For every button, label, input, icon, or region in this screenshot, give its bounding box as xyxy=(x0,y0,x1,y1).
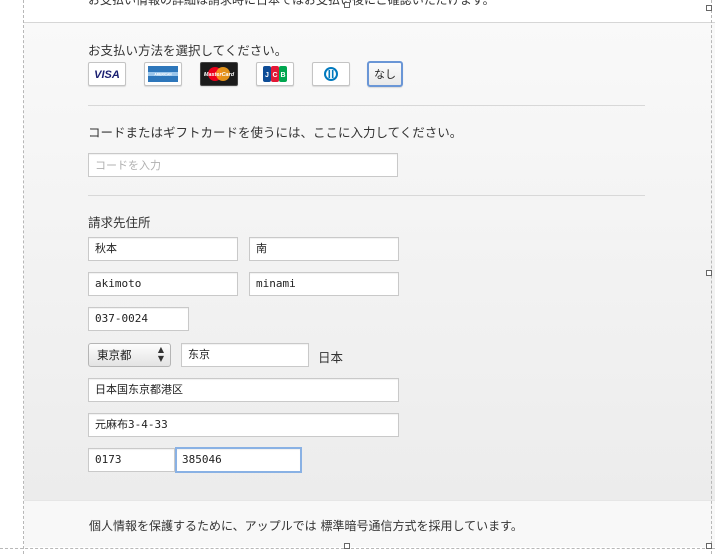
resize-handle-top[interactable] xyxy=(344,2,350,8)
last-name-field[interactable]: 秋本 xyxy=(88,237,238,261)
amex-card-option[interactable]: AMERICAN xyxy=(144,62,182,86)
svg-text:VISA: VISA xyxy=(94,69,120,81)
divider xyxy=(88,105,645,106)
jcb-card-option[interactable]: J C B xyxy=(256,62,294,86)
selection-border-right xyxy=(711,0,712,554)
selection-border-left xyxy=(23,0,24,554)
security-notice: 個人情報を保護するために、アップルでは 標準暗号通信方式を採用しています。 xyxy=(89,519,523,533)
no-card-option[interactable]: なし xyxy=(367,61,403,87)
jcb-card-icon: J C B xyxy=(263,66,287,82)
svg-text:AMERICAN: AMERICAN xyxy=(154,73,172,77)
selection-border-bottom xyxy=(0,548,715,549)
address-line1-field[interactable]: 日本国东京都港区 xyxy=(88,378,399,402)
footer-bar: 個人情報を保護するために、アップルでは 標準暗号通信方式を採用しています。 xyxy=(24,500,715,547)
amex-card-icon: AMERICAN xyxy=(148,66,178,82)
address-line2-field[interactable]: 元麻布3-4-33 xyxy=(88,413,399,437)
prefecture-select[interactable]: 東京都 ▲ ▼ xyxy=(88,343,171,367)
top-clipped-text: お支払い情報の詳細は請求時に日本ではお支払い後にご確認いただけます。 xyxy=(88,0,495,7)
code-input[interactable] xyxy=(88,153,398,177)
country-label: 日本 xyxy=(318,350,344,365)
payment-heading: お支払い方法を選択してください。 xyxy=(88,43,288,58)
city-field[interactable]: 东京 xyxy=(181,343,309,367)
phone-number-field[interactable]: 385046 xyxy=(175,447,302,473)
svg-text:J: J xyxy=(265,72,269,79)
last-name-roman-field[interactable]: akimoto xyxy=(88,272,238,296)
divider xyxy=(88,195,645,196)
svg-text:MasterCard: MasterCard xyxy=(204,72,235,78)
first-name-field[interactable]: 南 xyxy=(249,237,399,261)
code-heading: コードまたはギフトカードを使うには、ここに入力してください。 xyxy=(88,125,463,140)
resize-handle-top-right[interactable] xyxy=(706,5,712,11)
page-canvas: お支払い情報の詳細は請求時に日本ではお支払い後にご確認いただけます。 お支払い方… xyxy=(0,0,715,554)
mastercard-card-option[interactable]: MasterCard xyxy=(200,62,238,86)
visa-card-icon: VISA xyxy=(94,69,120,81)
postal-code-field[interactable]: 037-0024 xyxy=(88,307,189,331)
select-arrows-icon: ▲ ▼ xyxy=(157,345,164,363)
resize-handle-right[interactable] xyxy=(706,270,712,276)
mastercard-card-icon: MasterCard xyxy=(204,67,235,81)
billing-heading: 請求先住所 xyxy=(88,215,151,230)
diners-card-icon xyxy=(324,67,338,81)
resize-handle-bottom-right[interactable] xyxy=(706,543,712,549)
prefecture-value: 東京都 xyxy=(97,348,132,362)
svg-text:C: C xyxy=(272,72,277,79)
resize-handle-bottom[interactable] xyxy=(344,543,350,549)
first-name-roman-field[interactable]: minami xyxy=(249,272,399,296)
svg-text:B: B xyxy=(280,72,285,79)
phone-area-field[interactable]: 0173 xyxy=(88,448,175,472)
visa-card-option[interactable]: VISA xyxy=(88,62,126,86)
diners-card-option[interactable] xyxy=(312,62,350,86)
